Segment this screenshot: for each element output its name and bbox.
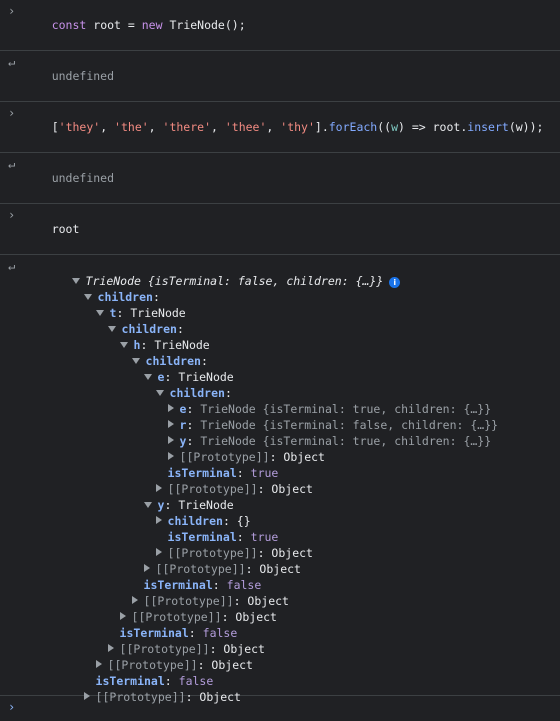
- tree-row-isterminal: isTerminal: false: [143, 578, 262, 592]
- chevron-right-icon: ›: [8, 4, 16, 18]
- tree-row-children[interactable]: children:: [0, 337, 560, 368]
- code-line: const root = new TrieNode();: [51, 18, 246, 32]
- console-input-entry[interactable]: › const root = new TrieNode();: [0, 0, 560, 51]
- output-value: undefined: [51, 69, 115, 83]
- output-value: undefined: [51, 171, 115, 185]
- console-input-entry[interactable]: › ['they', 'the', 'there', 'thee', 'thy']…: [0, 102, 560, 153]
- tree-row-prototype[interactable]: [[Prototype]]: Object: [0, 465, 560, 496]
- tree-row-prototype[interactable]: [[Prototype]]: Object: [0, 529, 560, 560]
- return-arrow-icon: ↵: [8, 157, 16, 171]
- tree-root-row[interactable]: TrieNode {isTerminal: false, children: {…: [0, 257, 560, 288]
- chevron-right-icon: ›: [8, 208, 16, 222]
- tree-row-prototype[interactable]: [[Prototype]]: Object: [0, 673, 560, 704]
- tree-row-children[interactable]: children:: [0, 369, 560, 400]
- tree-row-y-leaf[interactable]: y: TrieNode {isTerminal: true, children:…: [0, 417, 560, 448]
- chevron-right-icon: ›: [8, 700, 16, 714]
- tree-row-e-leaf[interactable]: e: TrieNode {isTerminal: true, children:…: [0, 385, 560, 416]
- tree-row-t[interactable]: t: TrieNode: [0, 289, 560, 320]
- tree-row-prototype[interactable]: [[Prototype]]: Object: [0, 545, 560, 576]
- return-arrow-icon: ↵: [8, 55, 16, 69]
- tree-row-children[interactable]: children:: [0, 305, 560, 336]
- tree-row-prototype[interactable]: [[Prototype]]: Object: [0, 433, 560, 464]
- tree-row-e[interactable]: e: TrieNode: [0, 353, 560, 384]
- tree-row-r-leaf[interactable]: r: TrieNode {isTerminal: false, children…: [0, 401, 560, 432]
- console-output-entry: ↵ undefined: [0, 153, 560, 204]
- console-input-entry[interactable]: › root: [0, 204, 560, 255]
- tree-row-prototype[interactable]: [[Prototype]]: Object: [0, 577, 560, 608]
- console-output-entry: ↵ undefined: [0, 51, 560, 102]
- console-prompt[interactable]: ›: [0, 696, 560, 718]
- tree-row-children-empty[interactable]: children: {}: [0, 497, 560, 528]
- tree-row-prototype[interactable]: [[Prototype]]: Object: [0, 593, 560, 624]
- code-line: ['they', 'the', 'there', 'thee', 'thy'].…: [51, 120, 544, 134]
- code-line: root: [51, 222, 80, 236]
- tree-row-prototype[interactable]: [[Prototype]]: Object: [0, 625, 560, 656]
- tree-row-isterminal: isTerminal: false: [119, 626, 238, 640]
- tree-row-h[interactable]: h: TrieNode: [0, 321, 560, 352]
- tree-row-prototype[interactable]: [[Prototype]]: Object: [0, 641, 560, 672]
- tree-row-children[interactable]: children:: [0, 273, 560, 304]
- tree-row-isterminal: isTerminal: true: [167, 530, 279, 544]
- tree-row-y[interactable]: y: TrieNode: [0, 481, 560, 512]
- object-tree: ↵ TrieNode {isTerminal: false, children:…: [0, 255, 560, 704]
- tree-row-isterminal: isTerminal: true: [167, 466, 279, 480]
- console-panel: › const root = new TrieNode(); ↵ undefined…: [0, 0, 560, 714]
- chevron-right-icon: ›: [8, 106, 16, 120]
- tree-row-isterminal: isTerminal: false: [95, 674, 214, 688]
